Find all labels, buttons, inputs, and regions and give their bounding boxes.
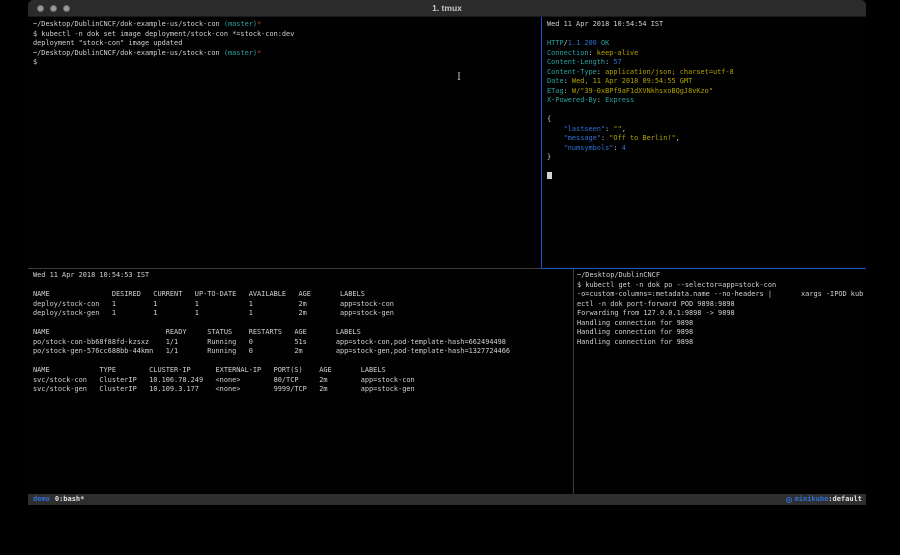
window-item-bash[interactable]: 0:bash*	[55, 494, 85, 505]
kube-context: minikube	[795, 494, 829, 505]
pane-top-left-shell[interactable]: ~/Desktop/DublinCNCF/dok-example-us/stoc…	[28, 17, 541, 268]
terminal-output-bottom-right: ~/Desktop/DublinCNCF$ kubectl get -n dok…	[574, 269, 866, 347]
pane-bottom-right-port-forward[interactable]: ~/Desktop/DublinCNCF$ kubectl get -n dok…	[574, 269, 866, 494]
terminal-output-top-left: ~/Desktop/DublinCNCF/dok-example-us/stoc…	[28, 17, 541, 68]
session-name[interactable]: demo	[33, 494, 50, 505]
terminal-window: 1. tmux ~/Desktop/DublinCNCF/dok-example…	[28, 0, 866, 505]
window-title: 1. tmux	[28, 3, 866, 13]
tmux-panes-area: ~/Desktop/DublinCNCF/dok-example-us/stoc…	[28, 17, 866, 494]
kubernetes-helm-icon	[786, 497, 792, 503]
ibeam-mouse-cursor: I	[457, 73, 461, 83]
terminal-output-top-right: Wed 11 Apr 2018 10:54:54 ISTHTTP/1.1 200…	[542, 17, 866, 182]
pane-top-right-http-response[interactable]: Wed 11 Apr 2018 10:54:54 ISTHTTP/1.1 200…	[542, 17, 866, 268]
tmux-status-bar: demo 0:bash* minikube :default	[28, 494, 866, 505]
kube-namespace: :default	[828, 494, 862, 505]
terminal-output-bottom-left: Wed 11 Apr 2018 10:54:53 ISTNAME DESIRED…	[28, 269, 573, 395]
titlebar[interactable]: 1. tmux	[28, 0, 866, 17]
pane-bottom-left-kubectl-get[interactable]: Wed 11 Apr 2018 10:54:53 ISTNAME DESIRED…	[28, 269, 573, 494]
